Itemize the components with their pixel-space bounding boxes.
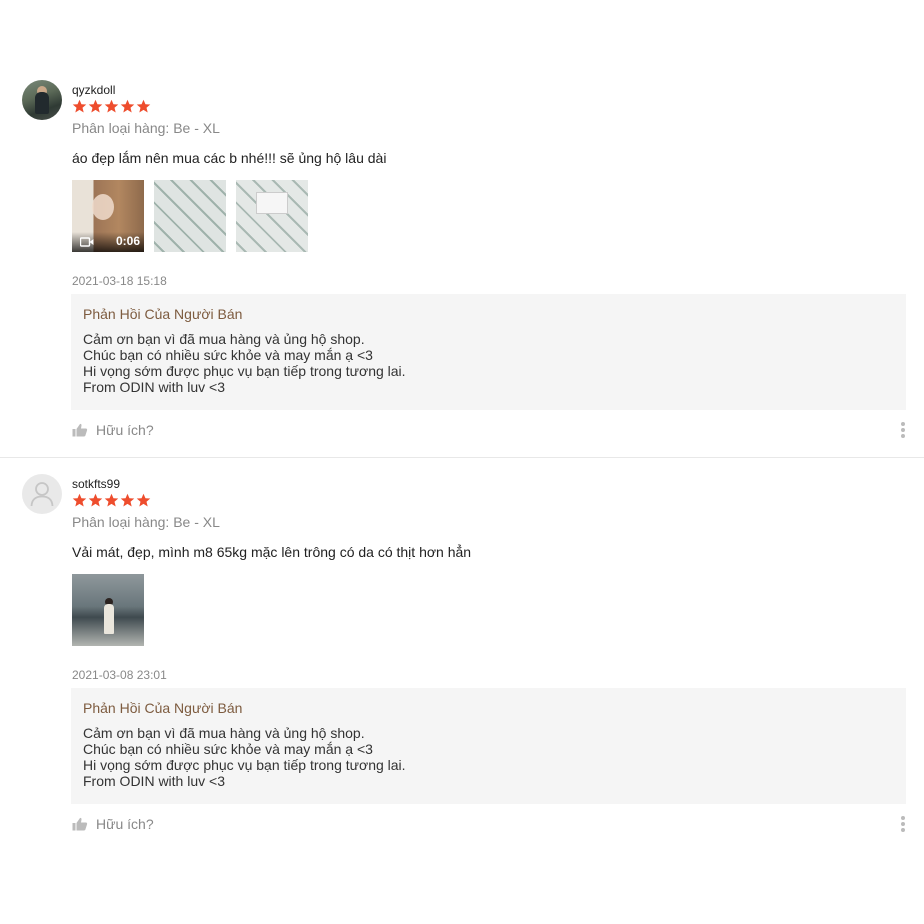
seller-reply-line: Cảm ơn bạn vì đã mua hàng và ủng hộ shop… xyxy=(83,331,365,347)
star-icon xyxy=(88,99,103,113)
star-icon xyxy=(88,493,103,507)
seller-reply-line: Chúc bạn có nhiều sức khỏe và may mắn ạ … xyxy=(83,347,373,363)
helpful-label: Hữu ích? xyxy=(96,816,154,832)
avatar[interactable] xyxy=(22,80,62,120)
review-image[interactable] xyxy=(72,574,144,646)
video-thumbnail[interactable]: 0:06 xyxy=(72,180,144,252)
more-options-icon[interactable] xyxy=(900,422,908,440)
variation-label: Phân loại hàng: Be - XL xyxy=(72,120,220,136)
username[interactable]: qyzkdoll xyxy=(72,83,115,97)
seller-reply: Phản Hồi Của Người Bán Cảm ơn bạn vì đã … xyxy=(71,688,906,804)
thumbs-up-icon xyxy=(72,423,88,437)
rating-stars xyxy=(72,493,151,511)
rating-stars xyxy=(72,99,151,117)
more-options-icon[interactable] xyxy=(900,816,908,834)
seller-reply-line: Chúc bạn có nhiều sức khỏe và may mắn ạ … xyxy=(83,741,373,757)
photo-subject xyxy=(104,604,114,634)
helpful-label: Hữu ích? xyxy=(96,422,154,438)
review-image[interactable] xyxy=(154,180,226,252)
seller-reply-line: Hi vọng sớm được phục vụ bạn tiếp trong … xyxy=(83,363,406,379)
review-timestamp: 2021-03-18 15:18 xyxy=(72,274,167,288)
default-user-icon xyxy=(30,482,54,507)
video-camera-icon xyxy=(80,237,94,247)
avatar[interactable] xyxy=(22,474,62,514)
star-icon xyxy=(136,99,151,113)
username[interactable]: sotkfts99 xyxy=(72,477,120,491)
seller-reply-line: Cảm ơn bạn vì đã mua hàng và ủng hộ shop… xyxy=(83,725,365,741)
review-timestamp: 2021-03-08 23:01 xyxy=(72,668,167,682)
helpful-button[interactable]: Hữu ích? xyxy=(72,816,154,832)
variation-label: Phân loại hàng: Be - XL xyxy=(72,514,220,530)
review-divider xyxy=(0,457,924,458)
seller-reply-title: Phản Hồi Của Người Bán xyxy=(83,700,243,716)
review-media xyxy=(72,574,144,646)
seller-reply-line: From ODIN with luv <3 xyxy=(83,773,225,789)
star-icon xyxy=(104,99,119,113)
seller-reply-line: From ODIN with luv <3 xyxy=(83,379,225,395)
helpful-button[interactable]: Hữu ích? xyxy=(72,422,154,438)
seller-reply: Phản Hồi Của Người Bán Cảm ơn bạn vì đã … xyxy=(71,294,906,410)
video-subject xyxy=(92,194,114,220)
star-icon xyxy=(136,493,151,507)
review-comment: Vải mát, đẹp, mình m8 65kg mặc lên trông… xyxy=(72,544,472,560)
avatar-figure xyxy=(35,92,49,114)
star-icon xyxy=(72,99,87,113)
review-media: 0:06 xyxy=(72,180,308,252)
star-icon xyxy=(104,493,119,507)
star-icon xyxy=(120,493,135,507)
review-image[interactable] xyxy=(236,180,308,252)
seller-reply-title: Phản Hồi Của Người Bán xyxy=(83,306,243,322)
review-comment: áo đẹp lắm nên mua các b nhé!!! sẽ ủng h… xyxy=(72,150,387,166)
video-duration: 0:06 xyxy=(115,234,140,248)
star-icon xyxy=(120,99,135,113)
seller-reply-line: Hi vọng sớm được phục vụ bạn tiếp trong … xyxy=(83,757,406,773)
thumbs-up-icon xyxy=(72,817,88,831)
package-label xyxy=(256,192,288,214)
star-icon xyxy=(72,493,87,507)
